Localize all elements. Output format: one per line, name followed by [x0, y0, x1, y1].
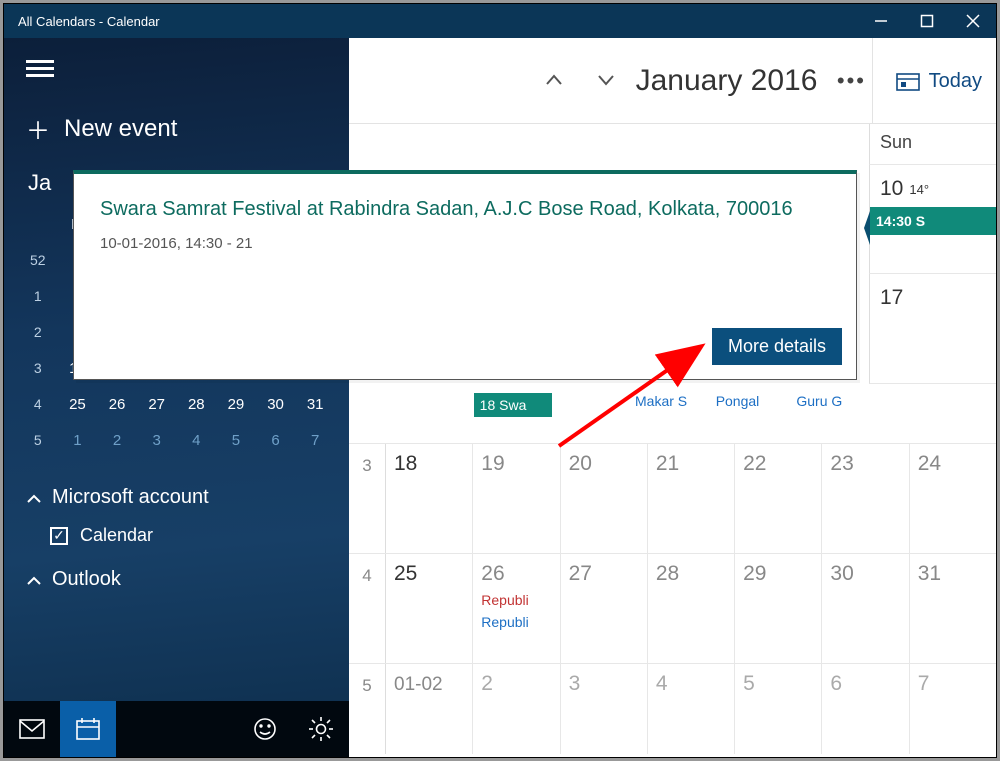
prev-month-button[interactable]: [528, 68, 580, 94]
app-window: All Calendars - Calendar ＋ New event Ja: [3, 3, 997, 758]
day-cell[interactable]: 01-02: [385, 664, 472, 754]
next-month-button[interactable]: [580, 68, 632, 94]
holiday-label: Republi: [481, 614, 559, 630]
calendar-button[interactable]: [60, 701, 116, 757]
day-cell[interactable]: 18: [385, 444, 472, 553]
titlebar: All Calendars - Calendar: [4, 4, 996, 38]
week-number: 5: [349, 664, 385, 754]
week-number: 4: [349, 554, 385, 663]
week-row: 3 18 19 20 21 22 23 24: [349, 444, 996, 554]
calendar-today-icon: [895, 70, 921, 92]
window-buttons: [858, 4, 996, 38]
day-cell[interactable]: 27: [560, 554, 647, 663]
day-cell[interactable]: 29: [734, 554, 821, 663]
calendar-check-label: Calendar: [80, 525, 153, 546]
day-cell[interactable]: 24: [909, 444, 996, 553]
event-datetime: 10-01-2016, 14:30 - 21: [100, 235, 830, 252]
hamburger-button[interactable]: [4, 38, 349, 91]
bottom-toolbar: [4, 701, 349, 757]
maximize-button[interactable]: [904, 4, 950, 38]
close-button[interactable]: [950, 4, 996, 38]
holiday-label: Pongal: [716, 393, 789, 409]
day-cell[interactable]: 5: [734, 664, 821, 754]
holiday-label: Makar S: [635, 393, 708, 409]
sidebar: ＋ New event Ja M 522 1 21 3 181920212223…: [4, 38, 349, 757]
month-label: January 2016: [636, 64, 818, 98]
new-event-label: New event: [64, 115, 177, 143]
window-title: All Calendars - Calendar: [4, 14, 858, 29]
week-number: 3: [349, 444, 385, 553]
calendar-checkbox-row[interactable]: ✓ Calendar: [4, 517, 349, 554]
event-chip[interactable]: 14:30 S: [870, 207, 996, 235]
mail-button[interactable]: [4, 701, 60, 757]
more-options-button[interactable]: •••: [837, 68, 866, 94]
day-cell[interactable]: 28: [647, 554, 734, 663]
feedback-button[interactable]: [237, 701, 293, 757]
day-cell[interactable]: 4: [647, 664, 734, 754]
sunday-column: 10 14° 14:30 S 17: [869, 164, 996, 384]
new-event-button[interactable]: ＋ New event: [4, 91, 349, 160]
day-cell[interactable]: 7: [909, 664, 996, 754]
account-label: Microsoft account: [52, 486, 209, 509]
weather-temp: 14°: [909, 182, 929, 197]
today-label: Today: [929, 70, 982, 93]
holiday-label: Guru G: [796, 393, 869, 409]
day-cell[interactable]: 3: [560, 664, 647, 754]
day-cell[interactable]: 31: [909, 554, 996, 663]
event-title: Swara Samrat Festival at Rabindra Sadan,…: [100, 198, 830, 221]
day-cell[interactable]: 30: [821, 554, 908, 663]
day-cell[interactable]: 20: [560, 444, 647, 553]
today-button[interactable]: Today: [872, 38, 982, 124]
week-row: 5 01-02 2 3 4 5 6 7: [349, 664, 996, 754]
event-chip[interactable]: 18 Swa: [474, 393, 552, 417]
day-cell[interactable]: 26 Republi Republi: [472, 554, 559, 663]
app-body: ＋ New event Ja M 522 1 21 3 181920212223…: [4, 38, 996, 757]
day-header-sun: Sun: [869, 124, 996, 164]
outlook-label: Outlook: [52, 568, 121, 591]
day-number: 17: [880, 286, 903, 310]
day-cell[interactable]: 19: [472, 444, 559, 553]
outlook-section-toggle[interactable]: Outlook: [4, 554, 349, 599]
day-cell-sun-10[interactable]: 10 14° 14:30 S: [869, 164, 996, 274]
plus-icon: ＋: [26, 111, 50, 146]
week-row: 4 25 26 Republi Republi 27 28 29 30 31: [349, 554, 996, 664]
minimize-button[interactable]: [858, 4, 904, 38]
day-cell-sun-17[interactable]: 17: [869, 274, 996, 384]
month-header: January 2016 ••• Today: [349, 38, 996, 124]
more-details-button[interactable]: More details: [712, 328, 842, 365]
day-cell[interactable]: 2: [472, 664, 559, 754]
event-popup: Swara Samrat Festival at Rabindra Sadan,…: [73, 170, 857, 380]
checkbox-checked-icon[interactable]: ✓: [50, 527, 68, 545]
day-cell[interactable]: 23: [821, 444, 908, 553]
settings-button[interactable]: [293, 701, 349, 757]
account-section-toggle[interactable]: Microsoft account: [4, 472, 349, 517]
day-number: 10: [880, 177, 903, 201]
day-cell[interactable]: 21: [647, 444, 734, 553]
holiday-label: Republi: [481, 592, 559, 608]
main-panel: January 2016 ••• Today Sun 10 14° 14:30 S: [349, 38, 996, 757]
day-cell[interactable]: 25: [385, 554, 472, 663]
chevron-up-icon: [26, 488, 42, 511]
day-cell[interactable]: 22: [734, 444, 821, 553]
day-cell[interactable]: 6: [821, 664, 908, 754]
chevron-up-icon: [26, 570, 42, 593]
